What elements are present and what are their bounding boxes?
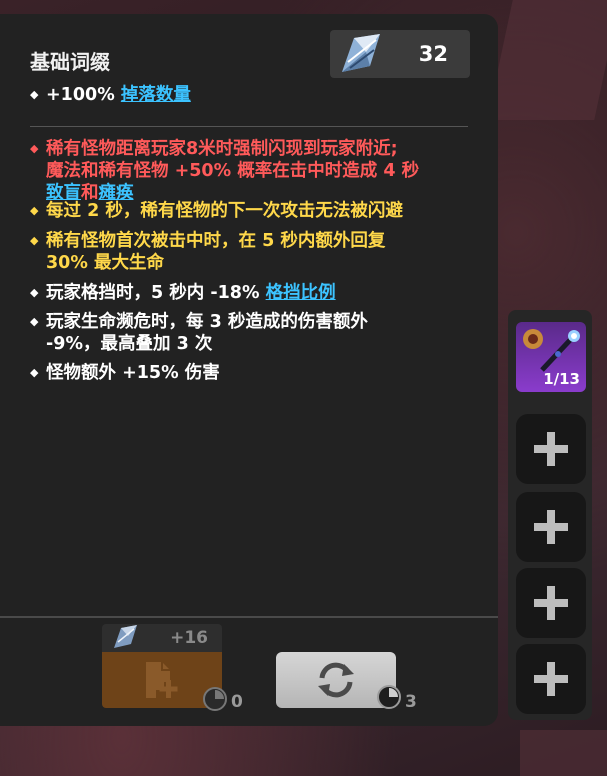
bullet-icon: ◆	[30, 315, 39, 328]
add-affix-cost: +16	[102, 624, 222, 652]
crystal-count: 32	[418, 42, 448, 66]
empty-slot-add[interactable]	[516, 492, 586, 562]
affix-text: 玩家生命濒危时，每 3 秒造成的伤害额外	[46, 312, 368, 332]
affix-text: 玩家格挡时，5 秒内 -18%	[46, 283, 266, 303]
plus-icon	[547, 432, 555, 466]
affix-item: ◆ 玩家格挡时，5 秒内 -18% 格挡比例	[30, 282, 336, 304]
divider	[0, 616, 498, 618]
affix-text: 魔法和稀有怪物 +50% 概率在击中时造成 4 秒	[46, 161, 420, 181]
bullet-icon: ◆	[30, 366, 39, 379]
base-affix: ◆ +100% 掉落数量	[30, 84, 191, 106]
drop-quantity-link[interactable]: 掉落数量	[121, 85, 191, 105]
refresh-icon	[318, 662, 354, 698]
bullet-icon: ◆	[30, 142, 39, 155]
bullet-icon: ◆	[30, 88, 39, 101]
staff-icon	[540, 330, 580, 372]
divider	[30, 126, 468, 127]
plus-icon	[547, 662, 555, 696]
affix-panel: 基础词缀 32 ◆ +100% 掉落数量 ◆ 稀有怪物距离玩家8米时强制闪现到玩…	[0, 14, 498, 726]
affix-text: 30% 最大生命	[46, 253, 164, 273]
affix-text: 每过 2 秒，稀有怪物的下一次攻击无法被闪避	[46, 201, 403, 221]
add-affix-count: 0	[231, 692, 243, 712]
crystal-icon	[342, 34, 380, 72]
equipped-count: 1/13	[543, 370, 580, 388]
affix-item: ◆ 怪物额外 +15% 伤害	[30, 362, 220, 384]
reroll-count: 3	[405, 692, 417, 712]
affix-item: ◆ 玩家生命濒危时，每 3 秒造成的伤害额外 -9%，最高叠加 3 次	[30, 311, 368, 355]
affix-text: 稀有怪物距离玩家8米时强制闪现到玩家附近;	[46, 139, 398, 159]
timer-icon	[203, 687, 227, 711]
affix-text: 稀有怪物首次被击中时，在 5 秒内额外回复	[46, 231, 386, 251]
affix-text: 怪物额外 +15% 伤害	[46, 363, 220, 383]
equipment-sidebar: 1/13	[508, 310, 592, 720]
empty-slot-add[interactable]	[516, 568, 586, 638]
crystal-counter: 32	[330, 30, 470, 78]
bullet-icon: ◆	[30, 286, 39, 299]
empty-slot-add[interactable]	[516, 414, 586, 484]
panel-title: 基础词缀	[30, 50, 110, 74]
empty-slot-add[interactable]	[516, 644, 586, 714]
block-ratio-link[interactable]: 格挡比例	[266, 283, 336, 303]
plus-icon	[547, 510, 555, 544]
timer-icon	[377, 685, 401, 709]
affix-item: ◆ 每过 2 秒，稀有怪物的下一次攻击无法被闪避	[30, 200, 403, 222]
crystal-icon	[114, 625, 137, 648]
equipped-item-slot[interactable]: 1/13	[516, 322, 586, 392]
affix-item: ◆ 稀有怪物距离玩家8米时强制闪现到玩家附近; 魔法和稀有怪物 +50% 概率在…	[30, 138, 420, 204]
bullet-icon: ◆	[30, 204, 39, 217]
bullet-icon: ◆	[30, 234, 39, 247]
plus-icon	[547, 586, 555, 620]
affix-item: ◆ 稀有怪物首次被击中时，在 5 秒内额外回复 30% 最大生命	[30, 230, 386, 274]
background-shard	[520, 730, 607, 776]
background-shard	[487, 0, 607, 120]
add-affix-cost-value: +16	[170, 628, 208, 648]
affix-text: -9%，最高叠加 3 次	[46, 334, 213, 354]
base-affix-value: +100%	[46, 85, 121, 105]
add-document-icon	[146, 662, 178, 698]
